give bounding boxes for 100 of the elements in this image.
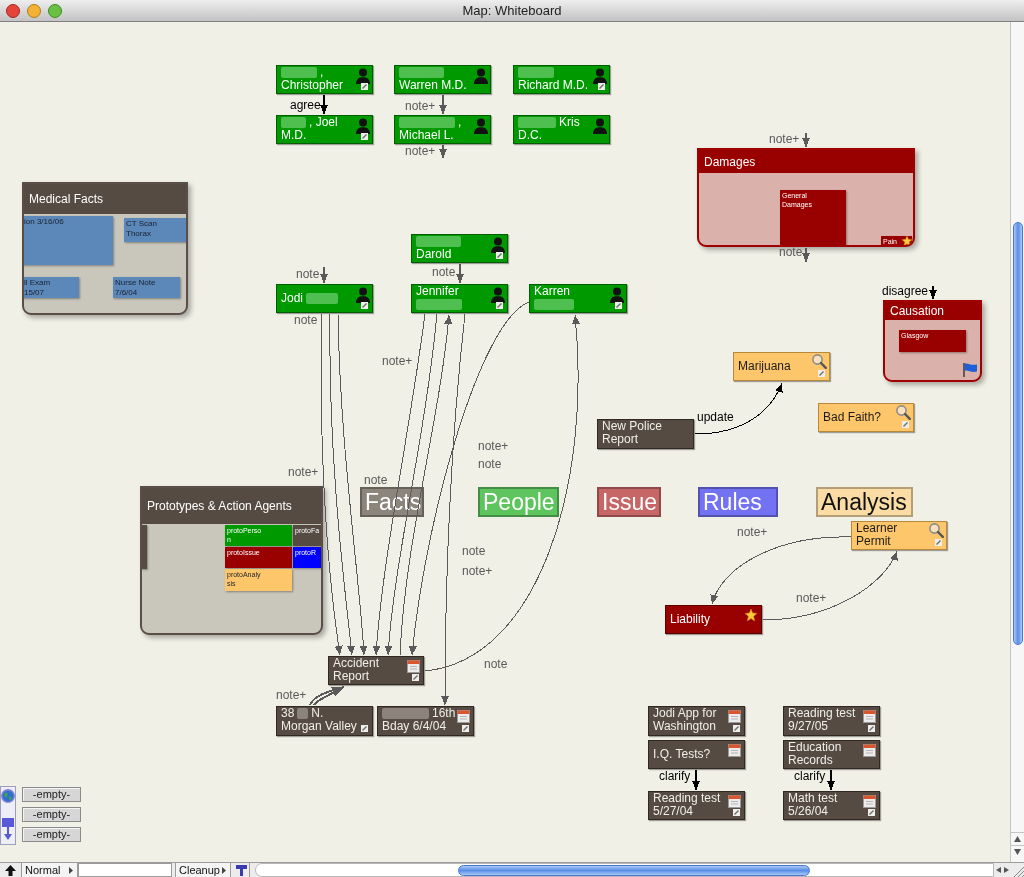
person-node[interactable]: , Joel M.D. <box>276 115 373 144</box>
connector-arrow[interactable] <box>802 247 810 263</box>
palette-slot-button[interactable]: -empty- <box>22 787 81 802</box>
group-container[interactable]: Medical Facts ion 3/16/06 CT Scan Thorax ll Exam 15/07 Nurse Note 7/6/04 <box>22 182 188 315</box>
person-node[interactable]: Karren <box>529 284 627 313</box>
group-title: Medical Facts <box>24 184 186 214</box>
scroll-thumb[interactable] <box>458 864 810 876</box>
connector-arrow[interactable] <box>762 550 898 621</box>
fact-node[interactable]: Accident Report <box>328 656 424 685</box>
blurred-redaction <box>399 117 455 128</box>
down-triangle-icon <box>1014 849 1021 855</box>
scroll-thumb[interactable] <box>1012 222 1023 645</box>
link-label: note <box>478 458 502 470</box>
node-label: N. <box>311 707 324 720</box>
fact-node[interactable]: Education Records <box>783 740 880 769</box>
fact-node[interactable]: New Police Report <box>597 419 694 449</box>
fact-node[interactable]: Math test 5/26/04 <box>783 791 880 820</box>
person-node[interactable]: , Michael L. <box>394 115 491 144</box>
text-field[interactable] <box>78 863 172 877</box>
node-label: Bad Faith? <box>823 411 882 424</box>
analysis-node[interactable]: Learner Permit <box>851 521 947 550</box>
connector-arrow[interactable] <box>456 263 464 284</box>
person-node[interactable]: Kris D.C. <box>513 115 610 144</box>
palette-slot-button[interactable]: -empty- <box>22 807 81 822</box>
blurred-redaction <box>382 708 429 719</box>
connector-arrow[interactable] <box>710 536 852 605</box>
child-node[interactable]: ion 3/16/06 <box>24 216 113 265</box>
vertical-scrollbar[interactable] <box>1010 22 1024 862</box>
scroll-up-button[interactable] <box>1011 832 1024 845</box>
cleanup-popup[interactable]: Cleanup <box>175 863 231 877</box>
node-label: Reading test 5/27/04 <box>653 792 721 818</box>
node-label: Jodi App for Washington <box>653 707 717 733</box>
horizontal-scrollbar[interactable] <box>255 863 994 877</box>
child-node[interactable]: Nurse Note 7/6/04 <box>113 277 180 298</box>
node-label: Karren <box>534 285 571 298</box>
pin-button[interactable] <box>233 863 250 877</box>
person-icon <box>593 68 607 84</box>
person-node[interactable]: , Christopher <box>276 65 373 94</box>
person-icon <box>474 68 488 84</box>
connector-arrow[interactable] <box>320 94 328 115</box>
child-node[interactable]: CT Scan Thorax <box>124 218 186 242</box>
person-icon <box>610 287 624 303</box>
popup-triangle-icon <box>222 866 226 874</box>
child-node[interactable] <box>142 525 147 569</box>
node-label: Marijuana <box>738 360 791 373</box>
node-label: , <box>320 66 324 79</box>
zoom-button[interactable] <box>48 3 62 18</box>
connector-arrow[interactable] <box>424 314 580 672</box>
connector-arrow[interactable] <box>802 132 810 148</box>
window-title: Map: Whiteboard <box>462 2 562 19</box>
pushpin-icon <box>235 864 247 876</box>
link-label: clarify <box>659 770 691 782</box>
connector-arrow[interactable] <box>329 313 355 656</box>
fact-node[interactable]: 38 N. Morgan Valley <box>276 706 373 736</box>
connector-arrow[interactable] <box>309 686 345 706</box>
person-node[interactable]: Jodi <box>276 284 373 313</box>
group-title: Causation <box>885 302 980 320</box>
category-label: Rules <box>698 487 778 517</box>
link-label: note+ <box>382 355 413 367</box>
node-label: Learner Permit <box>856 522 898 548</box>
close-button[interactable] <box>6 3 20 18</box>
link-label: note+ <box>737 526 768 538</box>
fact-node[interactable]: 16th Bday 6/4/04 <box>377 706 474 736</box>
resize-grip-icon[interactable] <box>1013 866 1024 877</box>
connector-arrow[interactable] <box>827 769 835 791</box>
fact-node[interactable]: Reading test 5/27/04 <box>648 791 745 820</box>
blurred-redaction <box>518 67 554 78</box>
fact-node[interactable]: Jodi App for Washington <box>648 706 745 736</box>
link-label: note+ <box>478 440 509 452</box>
person-node[interactable]: Warren M.D. <box>394 65 491 94</box>
link-label: note+ <box>405 100 436 112</box>
mode-popup[interactable]: Normal <box>22 863 78 877</box>
connector-arrow[interactable] <box>929 285 937 300</box>
connector-arrow[interactable] <box>692 769 700 791</box>
person-node[interactable]: Richard M.D. <box>513 65 610 94</box>
fact-node[interactable]: Reading test 9/27/05 <box>783 706 880 736</box>
link-label: note+ <box>769 133 800 145</box>
node-label: Morgan Valley <box>281 720 357 733</box>
blurred-redaction <box>416 299 462 310</box>
connector-arrow[interactable] <box>320 313 343 656</box>
minimize-button[interactable] <box>27 3 41 18</box>
blurred-redaction <box>518 117 556 128</box>
analysis-node[interactable]: Marijuana <box>733 352 830 381</box>
link-label: note+ <box>405 145 436 157</box>
link-label: clarify <box>794 770 826 782</box>
category-label: Issue <box>597 487 661 517</box>
magnifier-icon <box>812 354 827 369</box>
link-label: disagree <box>882 285 929 297</box>
child-node[interactable]: ll Exam 15/07 <box>24 277 79 298</box>
analysis-node[interactable]: Bad Faith? <box>818 403 914 432</box>
fact-node[interactable]: I.Q. Tests? <box>648 740 745 769</box>
person-node[interactable]: Darold <box>411 234 508 263</box>
node-label: Richard M.D. <box>518 79 588 92</box>
scroll-down-button[interactable] <box>1011 845 1024 858</box>
connector-arrow[interactable] <box>439 94 447 115</box>
palette-slot-button[interactable]: -empty- <box>22 827 81 842</box>
link-label: note <box>296 268 320 280</box>
issue-node[interactable]: Liability <box>665 605 762 634</box>
connector-arrow[interactable] <box>694 382 783 435</box>
person-node[interactable]: Jennifer <box>411 284 508 313</box>
